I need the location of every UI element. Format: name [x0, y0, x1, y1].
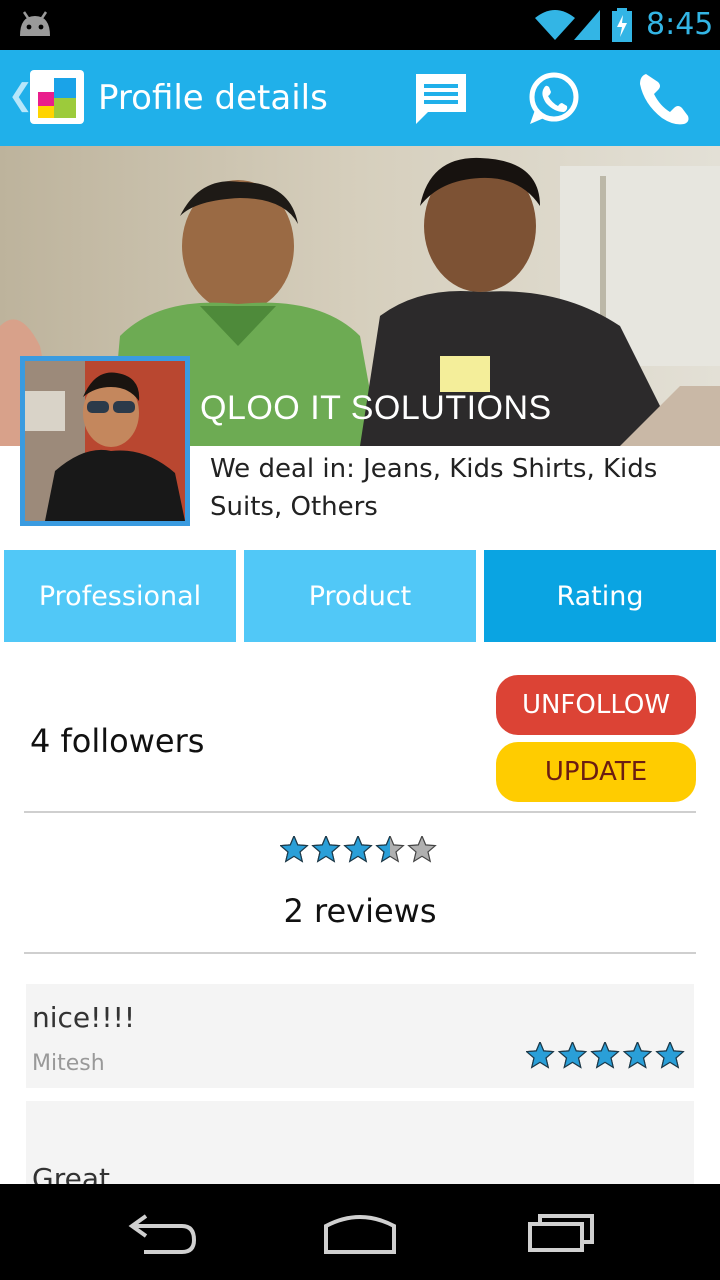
- review-text: nice!!!!: [32, 1001, 136, 1034]
- page-title: Profile details: [98, 78, 328, 118]
- wifi-icon: [535, 10, 575, 40]
- update-button[interactable]: UPDATE: [496, 742, 696, 802]
- star-icon: [343, 836, 373, 863]
- review-rating-stars: [526, 1042, 685, 1069]
- tab-rating[interactable]: Rating: [484, 550, 716, 642]
- star-icon: [590, 1042, 620, 1069]
- review-text: Great: [32, 1162, 110, 1184]
- android-notification-icon: [20, 11, 50, 36]
- deals-text: We deal in: Jeans, Kids Shirts, Kids Sui…: [210, 454, 658, 522]
- phone-icon[interactable]: [636, 70, 694, 128]
- star-icon: [407, 836, 437, 863]
- recent-apps-icon[interactable]: [520, 1204, 600, 1260]
- star-icon: [311, 836, 341, 863]
- navigation-bar: [0, 1184, 720, 1280]
- avatar[interactable]: [20, 356, 190, 526]
- star-icon: [375, 836, 405, 863]
- app-logo-icon: [38, 78, 76, 118]
- star-icon: [526, 1042, 555, 1069]
- followers-count: 4 followers: [30, 722, 205, 760]
- reviews-count: 2 reviews: [283, 892, 437, 930]
- unfollow-button[interactable]: UNFOLLOW: [496, 675, 696, 735]
- signal-icon: [574, 10, 600, 40]
- message-icon[interactable]: [412, 70, 470, 128]
- back-icon[interactable]: [122, 1204, 202, 1260]
- home-icon[interactable]: [320, 1204, 400, 1260]
- company-name: QLOO IT SOLUTIONS: [200, 389, 552, 427]
- whatsapp-icon[interactable]: [524, 70, 582, 128]
- tab-professional[interactable]: Professional: [4, 550, 236, 642]
- star-icon: [280, 836, 309, 863]
- overall-rating-stars: [280, 836, 437, 863]
- battery-icon: [612, 8, 632, 42]
- status-time: 8:45: [646, 7, 714, 42]
- divider: [24, 811, 696, 813]
- tab-product[interactable]: Product: [244, 550, 476, 642]
- star-icon: [557, 1042, 588, 1069]
- app-logo[interactable]: [30, 70, 84, 124]
- review-author: Mitesh: [32, 1051, 105, 1076]
- status-bar: 8:45: [0, 0, 720, 50]
- list-item: Great: [26, 1101, 694, 1184]
- star-icon: [622, 1042, 653, 1069]
- avatar-image: [25, 361, 185, 521]
- divider: [24, 952, 696, 954]
- list-item: nice!!!! Mitesh: [26, 984, 694, 1088]
- action-bar: ❮ Profile details: [0, 50, 720, 146]
- star-icon: [655, 1042, 685, 1069]
